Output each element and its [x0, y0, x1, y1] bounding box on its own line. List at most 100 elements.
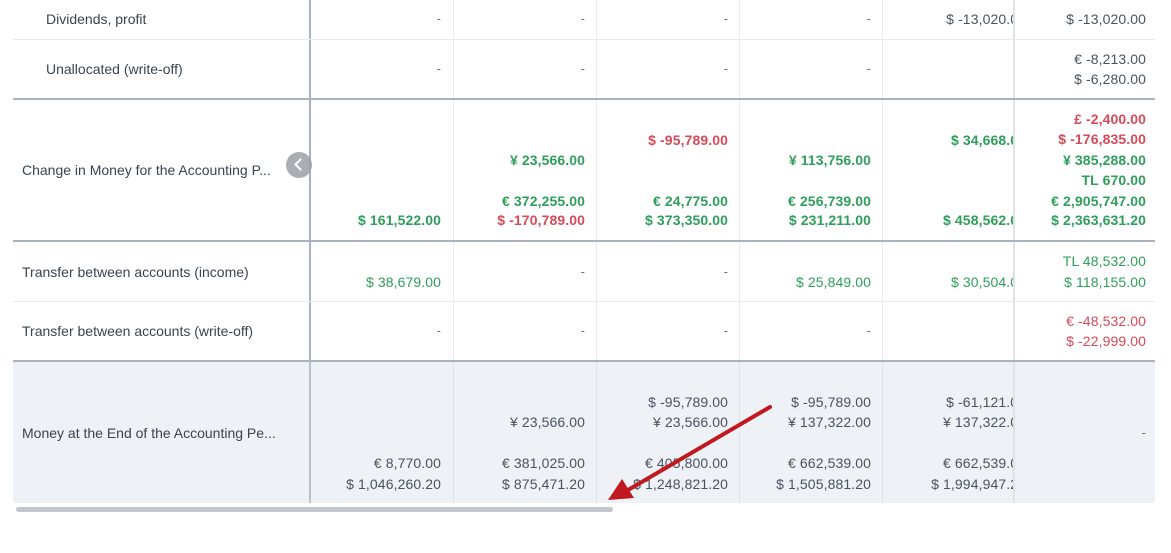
cell-value: - — [866, 61, 871, 76]
cell-value: $ 38,679.00 — [365, 274, 441, 290]
cell-value: - — [723, 323, 728, 338]
total-value: € -48,532.00 — [1066, 313, 1146, 329]
table-cell: $ 25,849.00 — [739, 242, 881, 301]
table-cell: - — [309, 0, 451, 39]
table-cell: - — [596, 242, 738, 301]
report-table: Dividends, profit - - - - $ -13,020.00 $… — [13, 0, 1155, 503]
cell-value: ¥ 23,566.00 — [652, 414, 728, 430]
table-row-change-in-money: Change in Money for the Accounting P... … — [13, 100, 1155, 242]
cell-value: - — [436, 61, 441, 76]
cell-value: - — [436, 323, 441, 338]
table-row-unallocated: Unallocated (write-off) - - - - - € -8,2… — [13, 40, 1155, 100]
cell-value: € 8,770.00 — [373, 455, 441, 471]
table-cell: - — [453, 302, 595, 360]
table-cell: - — [453, 0, 595, 39]
cell-value: ¥ 137,322.00 — [788, 414, 871, 430]
cell-value: - — [723, 264, 728, 279]
row-label: Unallocated (write-off) — [46, 61, 183, 77]
total-cell: - — [1013, 362, 1155, 503]
table-cell: - — [739, 302, 881, 360]
table-cell: - — [309, 302, 451, 360]
table-cell: - — [453, 242, 595, 301]
cell-value: ¥ 113,756.00 — [788, 152, 871, 168]
total-cell: € -48,532.00 $ -22,999.00 — [1013, 302, 1155, 360]
cell-value: $ 1,046,260.20 — [346, 476, 441, 492]
total-value: $ 118,155.00 — [1064, 274, 1146, 290]
total-value: € 2,905,747.00 — [1051, 193, 1146, 209]
table-cell: - — [453, 40, 595, 98]
table-cell: - — [596, 0, 738, 39]
table-cell: $ 38,679.00 — [309, 242, 451, 301]
cell-value: € 381,025.00 — [502, 455, 585, 471]
cell-value: - — [580, 61, 585, 76]
table-cell: ¥ 23,566.00 € 381,025.00 $ 875,471.20 — [453, 362, 595, 503]
cell-value: - — [580, 11, 585, 26]
row-label: Transfer between accounts (income) — [22, 264, 249, 280]
total-value: £ -2,400.00 — [1074, 111, 1146, 127]
scrollbar-thumb[interactable] — [16, 507, 613, 512]
cell-value: $ 25,849.00 — [795, 274, 871, 290]
total-cell: € -8,213.00 $ -6,280.00 — [1013, 40, 1155, 98]
total-value: TL 48,532.00 — [1062, 253, 1146, 269]
cell-value: - — [723, 61, 728, 76]
table-cell: - — [596, 302, 738, 360]
table-cell: $ -95,789.00 ¥ 137,322.00 € 662,539.00 $… — [739, 362, 881, 503]
total-value: $ -22,999.00 — [1066, 333, 1146, 349]
cell-value: $ -95,789.00 — [791, 394, 871, 410]
cell-value: $ 1,248,821.20 — [633, 476, 728, 492]
cell-value: - — [723, 11, 728, 26]
table-row-dividends: Dividends, profit - - - - $ -13,020.00 $… — [13, 0, 1155, 40]
cell-value: $ 1,505,881.20 — [776, 476, 871, 492]
table-cell: - — [596, 40, 738, 98]
table-cell: € 8,770.00 $ 1,046,260.20 — [309, 362, 451, 503]
cell-value: € 24,775.00 — [652, 193, 728, 209]
cell-value: $ 875,471.20 — [502, 476, 585, 492]
cell-value: ¥ 23,566.00 — [509, 414, 585, 430]
horizontal-scrollbar[interactable] — [13, 505, 1155, 513]
table-cell: - — [882, 302, 1028, 360]
total-value: - — [1141, 425, 1146, 440]
total-cell: TL 48,532.00 $ 118,155.00 — [1013, 242, 1155, 301]
cell-value: $ 373,350.00 — [645, 212, 728, 228]
table-row-transfer-writeoff: Transfer between accounts (write-off) - … — [13, 302, 1155, 362]
row-label: Dividends, profit — [46, 11, 147, 27]
cell-value: € 372,255.00 — [502, 193, 585, 209]
table-cell: - — [309, 40, 451, 98]
table-cell: - — [739, 40, 881, 98]
cell-value: $ -95,789.00 — [648, 394, 728, 410]
total-value: TL 670.00 — [1081, 172, 1146, 188]
total-cell: £ -2,400.00 $ -176,835.00 ¥ 385,288.00 T… — [1013, 100, 1155, 240]
cell-value: - — [866, 11, 871, 26]
total-cell: $ -13,020.00 — [1013, 0, 1155, 39]
chevron-left-icon[interactable] — [286, 152, 312, 178]
total-value: $ -13,020.00 — [1066, 11, 1146, 27]
total-value: $ -6,280.00 — [1074, 71, 1146, 87]
table-cell: ¥ 23,566.00 € 372,255.00 $ -170,789.00 — [453, 100, 595, 240]
cell-value: € 662,539.00 — [788, 455, 871, 471]
total-value: € -8,213.00 — [1074, 51, 1146, 67]
cell-value: ¥ 23,566.00 — [509, 152, 585, 168]
cell-value: € 405,800.00 — [645, 455, 728, 471]
table-cell: $ 30,504.00 — [882, 242, 1026, 301]
total-value: $ -176,835.00 — [1058, 131, 1146, 147]
cell-value: $ -170,789.00 — [497, 212, 585, 228]
row-label: Change in Money for the Accounting P... — [22, 162, 271, 178]
table-row-transfer-income: Transfer between accounts (income) $ 38,… — [13, 242, 1155, 302]
table-cell: $ -61,121.00 ¥ 137,322.00 € 662,539.00 $… — [882, 362, 1026, 503]
cell-value: € 256,739.00 — [788, 193, 871, 209]
cell-value: - — [580, 323, 585, 338]
table-cell: $ -13,020.00 — [882, 0, 1026, 39]
table-cell: $ -95,789.00 ¥ 23,566.00 € 405,800.00 $ … — [596, 362, 738, 503]
table-cell: $ 34,668.00 $ 458,562.00 — [882, 100, 1026, 240]
cell-value: - — [436, 11, 441, 26]
cell-value: $ 231,211.00 — [788, 212, 871, 228]
cell-value: $ -95,789.00 — [648, 132, 728, 148]
row-label: Money at the End of the Accounting Pe... — [22, 425, 276, 441]
cell-value: $ 161,522.00 — [358, 212, 441, 228]
table-cell: $ -95,789.00 € 24,775.00 $ 373,350.00 — [596, 100, 738, 240]
total-value: $ 2,363,631.20 — [1051, 212, 1146, 228]
table-cell: ¥ 113,756.00 € 256,739.00 $ 231,211.00 — [739, 100, 881, 240]
cell-value: - — [580, 264, 585, 279]
table-cell: - — [739, 0, 881, 39]
total-value: ¥ 385,288.00 — [1063, 152, 1146, 168]
